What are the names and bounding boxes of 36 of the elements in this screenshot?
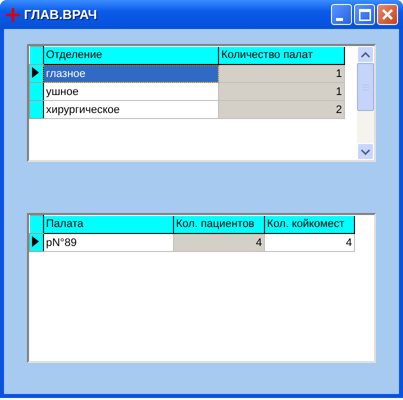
chevron-down-icon bbox=[361, 148, 370, 154]
table-cell: 4 bbox=[174, 234, 264, 252]
row-indicator[interactable] bbox=[30, 82, 44, 100]
row-indicator[interactable] bbox=[30, 64, 44, 82]
table-cell: глазное bbox=[43, 64, 219, 82]
table-cell: 4 bbox=[264, 234, 354, 252]
window-title: ГЛАВ.ВРАЧ bbox=[24, 7, 98, 22]
row-indicator bbox=[30, 216, 44, 234]
cross-icon bbox=[6, 8, 20, 22]
table-cell: 1 bbox=[218, 64, 344, 82]
current-row-icon bbox=[32, 236, 39, 246]
minimize-icon bbox=[336, 18, 342, 20]
chevron-up-icon bbox=[361, 52, 370, 58]
minimize-button[interactable] bbox=[331, 4, 352, 25]
table-cell: 2 bbox=[218, 100, 344, 118]
current-row-icon bbox=[32, 66, 39, 78]
row-indicator[interactable] bbox=[30, 234, 44, 252]
column-header[interactable]: Кол. койкомест bbox=[264, 216, 354, 234]
table-cell: хирургическое bbox=[43, 100, 219, 118]
column-header[interactable]: Отделение bbox=[43, 46, 219, 64]
close-icon bbox=[382, 9, 393, 20]
table-cell: рN°89 bbox=[44, 234, 174, 252]
row-indicator[interactable] bbox=[30, 100, 44, 118]
maximize-button[interactable] bbox=[354, 4, 375, 25]
column-header[interactable]: Количество палат bbox=[218, 46, 344, 64]
row-indicator bbox=[30, 46, 44, 64]
table-cell: 1 bbox=[218, 82, 344, 100]
table-cell: ушное bbox=[43, 82, 219, 100]
close-button[interactable] bbox=[377, 4, 398, 25]
scroll-up-button[interactable] bbox=[357, 46, 374, 63]
scroll-down-button[interactable] bbox=[357, 143, 374, 160]
scroll-thumb[interactable] bbox=[357, 63, 374, 111]
column-header[interactable]: Кол. пациентов bbox=[174, 216, 264, 234]
vertical-scrollbar[interactable] bbox=[357, 46, 374, 160]
maximize-icon bbox=[358, 8, 370, 20]
column-header[interactable]: Палата bbox=[44, 216, 174, 234]
